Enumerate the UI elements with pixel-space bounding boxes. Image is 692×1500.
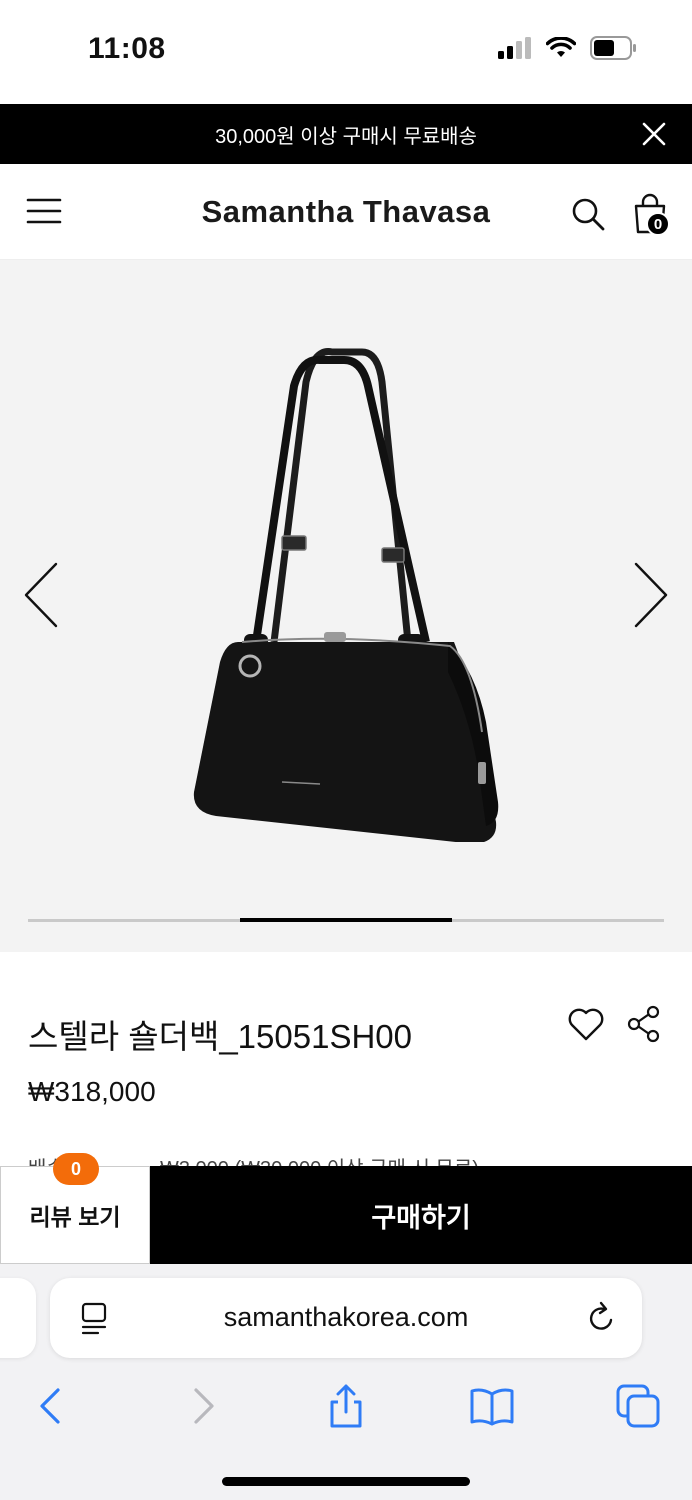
battery-icon [590,36,636,60]
browser-toolbar [0,1376,692,1436]
status-time: 11:08 [88,32,166,65]
product-price: ₩318,000 [28,1076,156,1107]
browser-chrome: samanthakorea.com [0,1264,692,1500]
product-gallery[interactable] [0,260,692,952]
status-bar: 11:08 [0,0,692,104]
reload-icon[interactable] [584,1300,618,1336]
home-indicator [222,1477,470,1486]
share-icon[interactable] [624,1004,664,1044]
review-label: 리뷰 보기 [29,1204,121,1230]
chevron-left-icon[interactable] [20,560,64,630]
gallery-progress-indicator [240,918,452,922]
promo-text: 30,000원 이상 구매시 무료배송 [215,125,477,148]
product-title: 스텔라 숄더백_15051SH00 [28,1018,412,1055]
forward-icon[interactable] [178,1382,226,1430]
bottom-cta-bar: 리뷰 보기 0 구매하기 [0,1153,692,1264]
product-info: 스텔라 숄더백_15051SH00 ₩318,000 배송비 ₩3,000 (₩… [0,952,692,1172]
review-count-badge: 0 [53,1153,99,1185]
promo-banner: 30,000원 이상 구매시 무료배송 [0,104,692,164]
address-bar[interactable]: samanthakorea.com [50,1278,642,1358]
back-icon[interactable] [28,1382,76,1430]
bookmarks-icon[interactable] [468,1382,516,1430]
product-image [193,348,499,842]
tabs-icon[interactable] [614,1382,662,1430]
search-icon[interactable] [570,196,606,232]
previous-tab-peek[interactable] [0,1278,36,1358]
url-text[interactable]: samanthakorea.com [50,1302,642,1333]
status-icons [498,36,636,60]
cart-count-badge: 0 [646,212,670,236]
review-button[interactable]: 리뷰 보기 0 [0,1153,150,1264]
buy-button[interactable]: 구매하기 [150,1166,692,1264]
heart-icon[interactable] [566,1004,606,1044]
cellular-signal-icon [498,37,531,59]
site-header: Samantha Thavasa [0,164,692,260]
gallery-progress-track [28,918,664,922]
close-icon[interactable] [640,120,668,148]
chevron-right-icon[interactable] [628,560,672,630]
share-sheet-icon[interactable] [322,1382,370,1430]
wifi-icon [546,37,576,57]
